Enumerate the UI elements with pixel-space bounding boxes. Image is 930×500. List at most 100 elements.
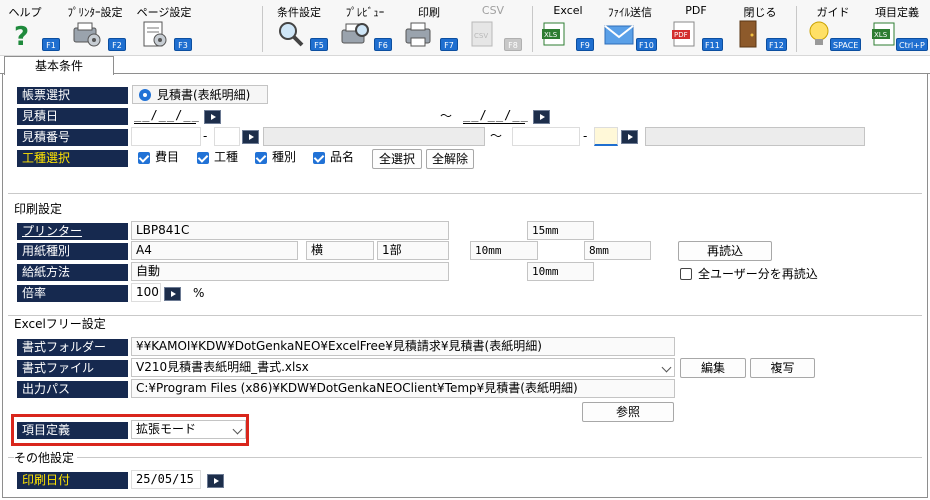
- paper-size-value: A4: [131, 241, 298, 260]
- reload-button[interactable]: 再読込: [678, 241, 772, 261]
- toolbar: ヘルプ ? F1 ﾌﾟﾘﾝﾀｰ設定 F2 ページ設定 F3 条件設定 F5 ﾌﾟ…: [0, 0, 930, 56]
- form-select-option: 見積書(表紙明細): [157, 88, 251, 102]
- clear-all-button[interactable]: 全解除: [426, 149, 474, 169]
- print-button[interactable]: 印刷 F7: [400, 0, 458, 56]
- estimate-number-from-prefix[interactable]: [131, 127, 201, 146]
- toolbar-separator: [262, 6, 263, 52]
- magnifier-icon: [279, 22, 304, 47]
- chevron-down-icon: [232, 424, 243, 435]
- f2-key-badge: F2: [108, 38, 126, 51]
- margin-right-value: 8mm: [584, 241, 651, 260]
- estimate-number-to-name: [645, 127, 865, 146]
- number-from-search-icon[interactable]: [242, 130, 259, 144]
- excel-label: Excel: [553, 4, 583, 17]
- f12-key-badge: F12: [766, 38, 787, 51]
- preview-label: ﾌﾟﾚﾋﾞｭｰ: [345, 6, 385, 19]
- estimate-number-dash: -: [203, 129, 208, 143]
- checkbox-category-label: 種別: [272, 150, 297, 164]
- date-to-picker-icon[interactable]: [533, 110, 550, 124]
- date-from-picker-icon[interactable]: [204, 110, 221, 124]
- estimate-number-dash-2: -: [583, 129, 588, 143]
- preview-button[interactable]: ﾌﾟﾚﾋﾞｭｰ F6: [334, 0, 396, 56]
- edit-button[interactable]: 編集: [680, 358, 746, 378]
- printer-label[interactable]: プリンター: [17, 223, 128, 240]
- help-icon: ?: [14, 22, 29, 48]
- scale-picker-icon[interactable]: [164, 287, 181, 301]
- format-file-label: 書式ファイル: [17, 360, 128, 377]
- f3-key-badge: F3: [174, 38, 192, 51]
- estimate-number-from-suffix[interactable]: [214, 127, 240, 146]
- f1-key-badge: F1: [42, 38, 60, 51]
- help-button[interactable]: ヘルプ ? F1: [2, 0, 60, 56]
- toolbar-separator: [796, 6, 797, 52]
- tab-basic-conditions[interactable]: 基本条件: [4, 56, 114, 75]
- csv-button[interactable]: CSV CSV F8: [462, 0, 524, 56]
- other-settings-divider: [8, 457, 922, 458]
- excel-settings-divider: [8, 315, 922, 316]
- printer-icon: [405, 22, 431, 47]
- item-definition-label: 項目定義: [875, 6, 919, 19]
- copy-button[interactable]: 複写: [750, 358, 815, 378]
- paper-orientation-value: 横: [306, 241, 374, 260]
- print-label: 印刷: [418, 6, 440, 19]
- print-settings-section-title: 印刷設定: [14, 202, 66, 216]
- select-all-button[interactable]: 全選択: [372, 149, 422, 169]
- checkbox-expense-label: 費目: [155, 150, 180, 164]
- svg-text:PDF: PDF: [674, 31, 688, 39]
- item-definition-select[interactable]: 拡張モード: [131, 420, 246, 439]
- output-path-value: C:¥Program Files (x86)¥KDW¥DotGenkaNEOCl…: [131, 379, 675, 398]
- guide-button[interactable]: ガイド SPACE: [802, 0, 864, 56]
- ctrl-p-key-badge: Ctrl+P: [896, 38, 928, 51]
- printer-settings-button[interactable]: ﾌﾟﾘﾝﾀｰ設定 F2: [62, 0, 128, 56]
- checkbox-item-name[interactable]: [313, 152, 325, 164]
- chevron-down-icon: [661, 362, 672, 373]
- estimate-number-to-prefix[interactable]: [512, 127, 580, 146]
- file-send-button[interactable]: ﾌｧｲﾙ送信 F10: [600, 0, 660, 56]
- printer-settings-icon: [73, 22, 101, 47]
- excel-button[interactable]: Excel XLS F9: [538, 0, 598, 56]
- space-key-badge: SPACE: [830, 38, 862, 51]
- number-to-search-icon[interactable]: [621, 130, 638, 144]
- print-date-picker-icon[interactable]: [207, 474, 224, 488]
- close-label: 閉じる: [743, 6, 777, 19]
- svg-text:XLS: XLS: [874, 31, 888, 39]
- browse-button[interactable]: 参照: [582, 402, 674, 422]
- guide-label: ガイド: [816, 6, 850, 19]
- f8-key-badge: F8: [504, 38, 522, 51]
- envelope-icon: [604, 25, 634, 45]
- item-definition-value: 拡張モード: [136, 422, 197, 436]
- svg-text:CSV: CSV: [474, 32, 488, 40]
- svg-text:?: ?: [14, 22, 29, 48]
- output-path-label: 出力パス: [17, 381, 128, 398]
- date-range-tilde: ～: [440, 109, 453, 123]
- estimate-number-to-suffix[interactable]: [594, 127, 618, 146]
- format-file-select[interactable]: V210見積書表紙明細_書式.xlsx: [131, 358, 675, 377]
- reload-all-users-label: 全ユーザー分を再読込: [698, 267, 818, 281]
- page-settings-button[interactable]: ページ設定 F3: [134, 0, 194, 56]
- toolbar-separator: [532, 6, 533, 52]
- format-folder-value: ¥¥KAMOI¥KDW¥DotGenkaNEO¥ExcelFree¥見積請求¥見…: [131, 337, 675, 356]
- scale-input[interactable]: 100: [131, 283, 161, 302]
- radio-selected-icon: [139, 89, 151, 101]
- margin-top-value: 15mm: [527, 221, 594, 240]
- form-select-radio[interactable]: 見積書(表紙明細): [132, 85, 268, 104]
- close-button[interactable]: 閉じる F12: [730, 0, 790, 56]
- checkbox-work-type[interactable]: [197, 152, 209, 164]
- print-date-input[interactable]: 25/05/15: [131, 470, 201, 489]
- conditions-button[interactable]: 条件設定 F5: [268, 0, 330, 56]
- checkbox-expense[interactable]: [138, 152, 150, 164]
- excel-settings-section-title: Excelフリー設定: [14, 317, 109, 331]
- printer-settings-label: ﾌﾟﾘﾝﾀｰ設定: [67, 6, 123, 19]
- reload-all-users-checkbox[interactable]: [680, 268, 692, 280]
- estimate-date-from[interactable]: __/__/__: [134, 107, 199, 124]
- estimate-date-to[interactable]: __/__/__: [463, 107, 528, 124]
- pdf-button[interactable]: PDF PDF F11: [666, 0, 726, 56]
- item-definition-label: 項目定義: [17, 422, 128, 439]
- item-definition-button[interactable]: 項目定義 XLS Ctrl+P: [866, 0, 928, 56]
- estimate-date-label: 見積日: [17, 108, 128, 125]
- tab-strip: 基本条件: [0, 56, 930, 75]
- checkbox-category[interactable]: [255, 152, 267, 164]
- csv-label: CSV: [481, 4, 505, 17]
- other-settings-section-title: その他設定: [14, 451, 78, 465]
- f9-key-badge: F9: [576, 38, 594, 51]
